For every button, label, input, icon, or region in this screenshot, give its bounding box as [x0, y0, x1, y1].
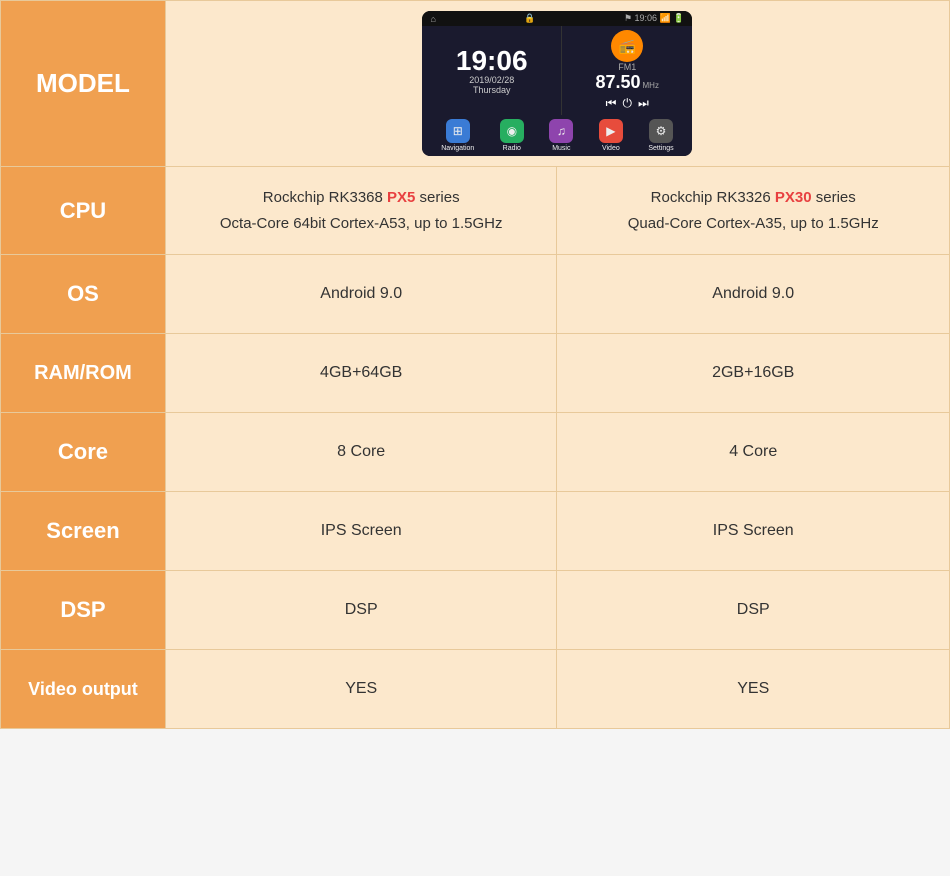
- video-output-label: Video output: [1, 650, 166, 729]
- nav-app-icon: ⊞ Navigation: [441, 119, 474, 152]
- screen-mhz: MHz: [643, 81, 659, 90]
- ramrom-row: RAM/ROM 4GB+64GB 2GB+16GB: [1, 334, 950, 413]
- screen-val1: IPS Screen: [165, 492, 557, 571]
- cpu-val1-line1: Rockchip RK3368 PX5 series: [186, 185, 537, 211]
- cpu-row: CPU Rockchip RK3368 PX5 series Octa-Core…: [1, 167, 950, 255]
- screen-label: Screen: [1, 492, 166, 571]
- px5-highlight: PX5: [387, 189, 415, 206]
- px30-highlight: PX30: [775, 189, 812, 206]
- os-label: OS: [1, 255, 166, 334]
- screen-row: Screen IPS Screen IPS Screen: [1, 492, 950, 571]
- next-icon: ⏭: [638, 96, 649, 111]
- radio-icon: 📻: [611, 30, 643, 62]
- screen-frequency: 87.50: [595, 72, 640, 93]
- os-val1: Android 9.0: [165, 255, 557, 334]
- cpu-label: CPU: [1, 167, 166, 255]
- cpu-val1: Rockchip RK3368 PX5 series Octa-Core 64b…: [165, 167, 557, 255]
- comparison-table: MODEL ⌂ 🔒 ⚑ 19:06 📶 🔋 19:06 2019/02/28 T…: [0, 0, 950, 729]
- video-output-row: Video output YES YES: [1, 650, 950, 729]
- ramrom-label: RAM/ROM: [1, 334, 166, 413]
- core-val1: 8 Core: [165, 413, 557, 492]
- ramrom-val1: 4GB+64GB: [165, 334, 557, 413]
- core-val2: 4 Core: [557, 413, 950, 492]
- core-label: Core: [1, 413, 166, 492]
- screen-clock-area: 19:06 2019/02/28 Thursday: [422, 26, 561, 115]
- cpu-val2-line2: Quad-Core Cortex-A35, up to 1.5GHz: [577, 211, 929, 237]
- dsp-val1: DSP: [165, 571, 557, 650]
- cpu-val1-line2: Octa-Core 64bit Cortex-A53, up to 1.5GHz: [186, 211, 537, 237]
- cpu-val2: Rockchip RK3326 PX30 series Quad-Core Co…: [557, 167, 950, 255]
- core-row: Core 8 Core 4 Core: [1, 413, 950, 492]
- model-image-cell: ⌂ 🔒 ⚑ 19:06 📶 🔋 19:06 2019/02/28 Thursda…: [165, 1, 949, 167]
- screen-body: 19:06 2019/02/28 Thursday 📻 FM1 87.50: [422, 26, 692, 115]
- dsp-val2: DSP: [557, 571, 950, 650]
- dsp-row: DSP DSP DSP: [1, 571, 950, 650]
- video-app-icon: ▶ Video: [599, 119, 623, 152]
- settings-app-icon: ⚙ Settings: [648, 119, 673, 152]
- model-row: MODEL ⌂ 🔒 ⚑ 19:06 📶 🔋 19:06 2019/02/28 T…: [1, 1, 950, 167]
- music-app-icon: ♫ Music: [549, 119, 573, 152]
- model-label: MODEL: [1, 1, 166, 167]
- os-val2: Android 9.0: [557, 255, 950, 334]
- screen-val2: IPS Screen: [557, 492, 950, 571]
- screen-status: ⚑ 19:06 📶 🔋: [624, 13, 685, 24]
- prev-icon: ⏮: [606, 96, 617, 111]
- cpu-val2-line1: Rockchip RK3326 PX30 series: [577, 185, 929, 211]
- dsp-label: DSP: [1, 571, 166, 650]
- screen-time: 19:06: [456, 47, 528, 75]
- video-output-val1: YES: [165, 650, 557, 729]
- ramrom-val2: 2GB+16GB: [557, 334, 950, 413]
- device-screen: ⌂ 🔒 ⚑ 19:06 📶 🔋 19:06 2019/02/28 Thursda…: [422, 11, 692, 156]
- power-icon: ⏻: [622, 96, 632, 111]
- radio-app-icon: ◉ Radio: [500, 119, 524, 152]
- screen-topbar: ⌂ 🔒 ⚑ 19:06 📶 🔋: [422, 11, 692, 26]
- screen-home-icon: ⌂: [430, 14, 435, 24]
- video-output-val2: YES: [557, 650, 950, 729]
- os-row: OS Android 9.0 Android 9.0: [1, 255, 950, 334]
- screen-apps-row: ⊞ Navigation ◉ Radio ♫ Music ▶ Video: [422, 115, 692, 156]
- screen-media-controls: ⏮ ⏻ ⏭: [606, 96, 649, 111]
- screen-lock-icon: 🔒: [524, 13, 535, 24]
- screen-fm-label: FM1: [618, 62, 636, 72]
- screen-date: 2019/02/28 Thursday: [469, 75, 514, 95]
- screen-radio-area: 📻 FM1 87.50 MHz ⏮ ⏻ ⏭: [561, 26, 693, 115]
